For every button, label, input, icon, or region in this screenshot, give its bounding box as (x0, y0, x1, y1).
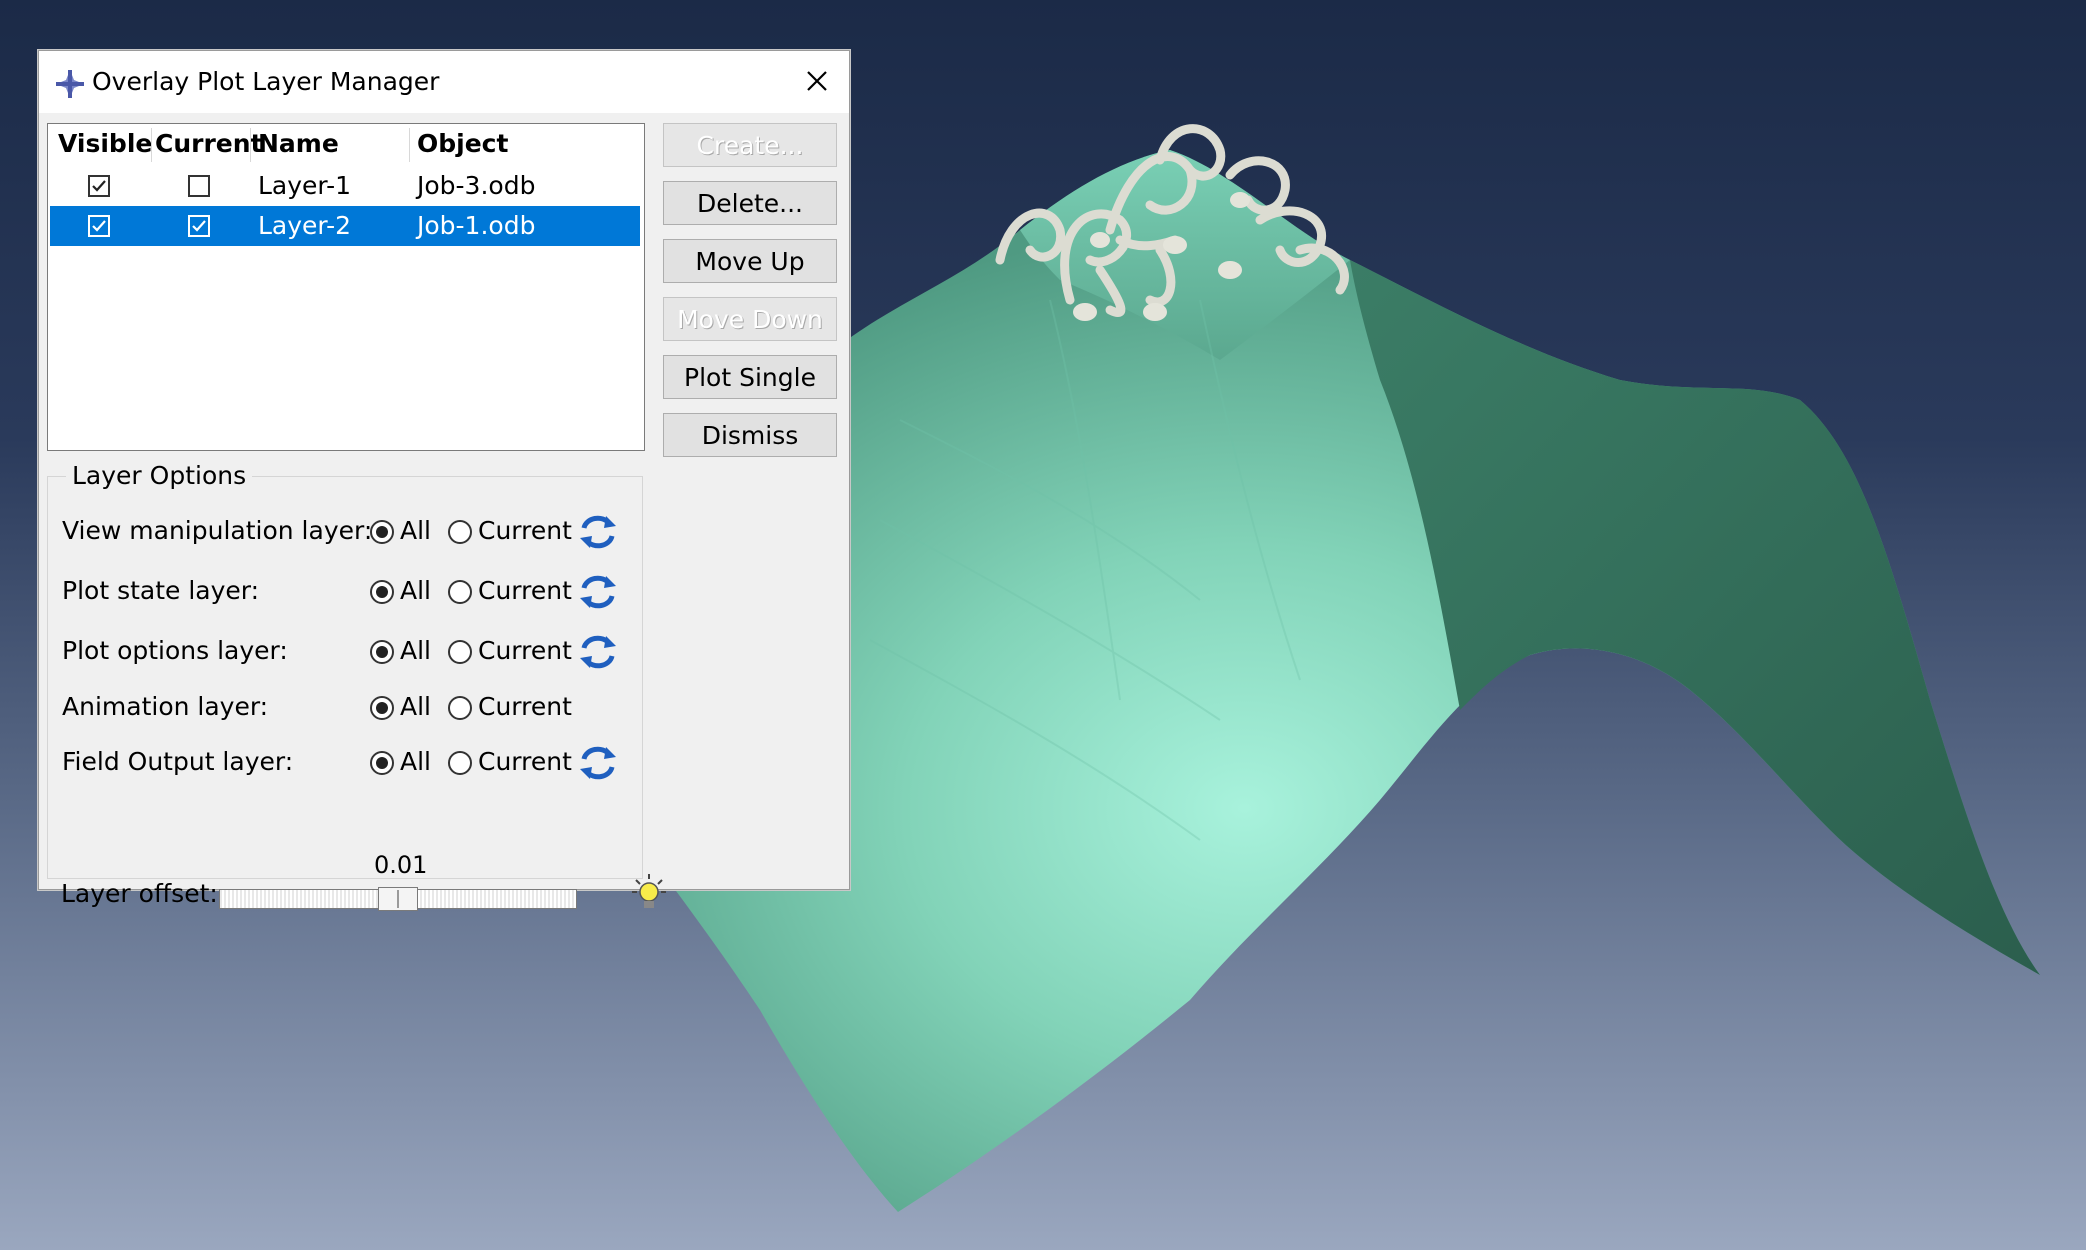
radio-current-label: Current (478, 516, 572, 545)
delete-button[interactable]: Delete... (663, 181, 837, 225)
sync-arrows-icon[interactable] (576, 741, 620, 785)
sync-arrows-icon[interactable] (576, 510, 620, 554)
option-row-animation: Animation layer: All Current (48, 686, 644, 730)
light-bulb-icon[interactable] (631, 873, 667, 913)
radio-current-label: Current (478, 747, 572, 776)
current-checkbox[interactable] (188, 215, 210, 237)
radio-current-label: Current (478, 636, 572, 665)
dialog-title: Overlay Plot Layer Manager (92, 67, 440, 96)
radio-all-label: All (400, 636, 431, 665)
radio-current[interactable] (448, 520, 472, 544)
column-header-visible[interactable]: Visible (58, 124, 152, 164)
overlay-plot-layer-manager-dialog: Overlay Plot Layer Manager Visible Curre… (38, 50, 850, 911)
radio-all[interactable] (370, 696, 394, 720)
layer-options-group: Layer Options View manipulation layer: A… (47, 461, 644, 879)
option-row-view-manipulation: View manipulation layer: All Current (48, 510, 644, 554)
visible-checkbox[interactable] (88, 175, 110, 197)
create-button[interactable]: Create... (663, 123, 837, 167)
check-icon (92, 220, 106, 232)
option-row-plot-state: Plot state layer: All Current (48, 570, 644, 614)
radio-current-label: Current (478, 576, 572, 605)
option-row-plot-options: Plot options layer: All Current (48, 630, 644, 674)
radio-all[interactable] (370, 580, 394, 604)
layer-offset-slider-thumb[interactable] (378, 887, 418, 911)
option-label: Plot state layer: (62, 576, 260, 605)
sync-arrows-icon[interactable] (576, 570, 620, 614)
radio-all-label: All (400, 692, 431, 721)
radio-all-label: All (400, 576, 431, 605)
layer-name: Layer-1 (258, 171, 352, 200)
layer-object: Job-1.odb (417, 211, 536, 240)
option-label: Field Output layer: (62, 747, 294, 776)
table-row-selected[interactable]: Layer-2 Job-1.odb (50, 206, 640, 246)
layer-offset-value: 0.01 (374, 851, 428, 879)
radio-all[interactable] (370, 520, 394, 544)
dismiss-button[interactable]: Dismiss (663, 413, 837, 457)
option-label: Animation layer: (62, 692, 269, 721)
radio-all-label: All (400, 516, 431, 545)
layer-table[interactable]: Visible Current Name Object Layer-1 Job-… (47, 123, 645, 451)
radio-all[interactable] (370, 640, 394, 664)
column-header-name[interactable]: Name (258, 124, 339, 164)
sync-arrows-icon[interactable] (576, 630, 620, 674)
close-icon (807, 71, 827, 91)
radio-current[interactable] (448, 640, 472, 664)
table-header: Visible Current Name Object (48, 124, 644, 164)
layer-name: Layer-2 (258, 211, 352, 240)
dialog-titlebar[interactable]: Overlay Plot Layer Manager (39, 51, 849, 113)
check-icon (192, 220, 206, 232)
column-header-object[interactable]: Object (417, 124, 508, 164)
radio-current[interactable] (448, 580, 472, 604)
close-button[interactable] (795, 59, 839, 103)
move-down-button[interactable]: Move Down (663, 297, 837, 341)
column-header-current[interactable]: Current (155, 124, 263, 164)
radio-all-label: All (400, 747, 431, 776)
move-up-button[interactable]: Move Up (663, 239, 837, 283)
abaqus-logo-icon (54, 68, 86, 100)
option-row-field-output: Field Output layer: All Current (48, 741, 644, 785)
radio-current-label: Current (478, 692, 572, 721)
option-label: Plot options layer: (62, 636, 288, 665)
plot-single-button[interactable]: Plot Single (663, 355, 837, 399)
layer-options-title: Layer Options (66, 461, 253, 490)
radio-all[interactable] (370, 751, 394, 775)
visible-checkbox[interactable] (88, 215, 110, 237)
table-row[interactable]: Layer-1 Job-3.odb (50, 166, 640, 206)
option-label: View manipulation layer: (62, 516, 373, 545)
radio-current[interactable] (448, 751, 472, 775)
check-icon (92, 180, 106, 192)
radio-current[interactable] (448, 696, 472, 720)
layer-object: Job-3.odb (417, 171, 536, 200)
current-checkbox[interactable] (188, 175, 210, 197)
layer-offset-label: Layer offset: (61, 879, 218, 908)
